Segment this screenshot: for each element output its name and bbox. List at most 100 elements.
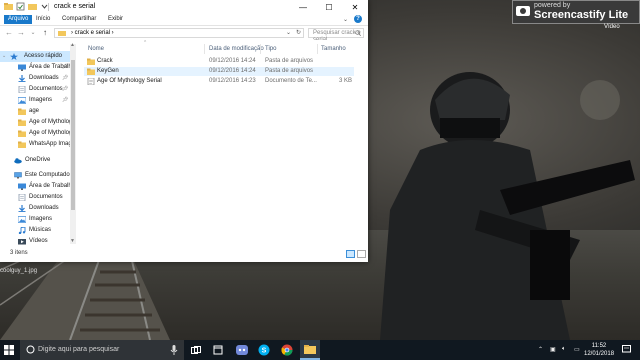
music-icon — [18, 227, 26, 234]
sidebar-item-quick-7[interactable]: WhatsApp Images — [0, 139, 70, 150]
sidebar-item-quick-3[interactable]: Imagens 📌︎ — [0, 95, 70, 106]
sort-up-icon: ⌃ — [143, 40, 148, 46]
recent-locations-icon[interactable]: ⌄ — [28, 28, 38, 38]
back-arrow-icon[interactable]: ← — [4, 28, 14, 38]
pin-icon[interactable]: 📌︎ — [62, 62, 68, 73]
document-icon — [18, 86, 26, 93]
file-explorer-window: crack e serial — ☐ ✕ Arquivo Início Comp… — [0, 0, 368, 262]
table-row[interactable]: Age Of Mythology Serial 09/12/2016 14:23 D… — [84, 77, 354, 86]
address-field[interactable]: › crack e serial › ⌄ ↻ — [54, 28, 304, 38]
tab-inicio[interactable]: Início — [32, 15, 54, 24]
sidebar-item-label: Age of Mythology — [29, 119, 70, 125]
file-date: 09/12/2016 14:24 — [209, 68, 256, 74]
sidebar-item-label: age — [29, 108, 40, 114]
nav-quick-access[interactable]: ⌄ Acesso rápido — [0, 51, 70, 62]
network-icon[interactable]: ▣ — [550, 346, 556, 353]
taskbar-app-file-explorer[interactable] — [300, 340, 320, 360]
new-folder-icon[interactable] — [28, 2, 37, 11]
keyboard-icon[interactable]: ▭ — [574, 346, 580, 353]
sidebar-item-label: Imagens — [29, 216, 53, 222]
nav-scrollbar-thumb[interactable] — [71, 60, 75, 210]
taskbar-app-discord[interactable] — [232, 340, 252, 360]
column-header-date[interactable]: Data de modificação — [209, 44, 264, 54]
show-hidden-icons[interactable]: ⌃ — [538, 346, 543, 353]
nav-this-pc[interactable]: Este Computador — [0, 170, 70, 181]
window-frame-icon — [213, 345, 223, 355]
collapse-arrow-icon[interactable]: ⌄ — [2, 51, 6, 62]
large-icons-view-button[interactable] — [357, 250, 366, 258]
video-icon — [18, 239, 26, 245]
tab-compartilhar[interactable]: Compartilhar — [58, 15, 100, 24]
sidebar-item-quick-2[interactable]: Documentos 📌︎ — [0, 84, 70, 95]
sidebar-item-pc-2[interactable]: Downloads — [0, 203, 70, 214]
refresh-icon[interactable]: ↻ — [296, 29, 301, 36]
minimize-button[interactable]: — — [290, 0, 316, 14]
file-type: Documento de Te... — [265, 78, 317, 84]
sidebar-item-pc-5[interactable]: Vídeos — [0, 236, 70, 247]
address-bar-row: ← → ⌄ ↑ › crack e serial › ⌄ ↻ Pesquisar… — [0, 26, 368, 43]
help-icon[interactable]: ? — [354, 15, 362, 23]
properties-icon[interactable] — [16, 2, 25, 11]
table-row[interactable]: KeyGen 09/12/2016 14:24 Pasta de arquivos — [84, 67, 354, 76]
breadcrumb-current[interactable]: crack e serial — [75, 30, 110, 36]
taskbar-app-chrome[interactable] — [277, 340, 297, 360]
sidebar-item-quick-1[interactable]: Downloads 📌︎ — [0, 73, 70, 84]
up-arrow-icon[interactable]: ↑ — [40, 28, 50, 38]
cortana-icon — [26, 345, 35, 354]
desktop-video-label[interactable]: Vídeo — [604, 24, 620, 30]
close-button[interactable]: ✕ — [342, 0, 368, 14]
tab-exibir[interactable]: Exibir — [104, 15, 127, 24]
search-input[interactable]: Pesquisar crack e serial — [308, 28, 364, 43]
volume-icon[interactable]: 🔈︎ — [562, 346, 566, 353]
table-row[interactable]: Crack 09/12/2016 14:24 Pasta de arquivos — [84, 57, 354, 66]
microphone-icon[interactable] — [170, 344, 178, 356]
scroll-up-icon[interactable]: ▲ — [70, 42, 75, 48]
document-icon — [18, 194, 26, 201]
sidebar-item-pc-1[interactable]: Documentos — [0, 192, 70, 203]
nav-this-pc-label: Este Computador — [25, 172, 70, 178]
address-path[interactable]: › crack e serial › — [71, 30, 114, 37]
sidebar-item-label: Age of Mythology — [29, 130, 70, 136]
column-header-size[interactable]: Tamanho — [321, 44, 346, 54]
brand-name: Screencastify Lite — [534, 9, 629, 21]
download-icon — [18, 75, 26, 82]
pin-icon[interactable]: 📌︎ — [62, 95, 68, 106]
tab-arquivo[interactable]: Arquivo — [4, 15, 33, 24]
taskbar-clock[interactable]: 11:52 12/01/2018 — [584, 342, 614, 358]
sidebar-item-pc-0[interactable]: Área de Trabalho — [0, 181, 70, 192]
scroll-down-icon[interactable]: ▼ — [70, 238, 75, 244]
sidebar-item-pc-3[interactable]: Imagens — [0, 214, 70, 225]
star-icon — [10, 53, 18, 60]
windows-start-icon[interactable] — [4, 345, 14, 355]
maximize-button[interactable]: ☐ — [316, 0, 342, 14]
folder-icon — [4, 3, 13, 10]
sidebar-item-quick-6[interactable]: Age of Mythology — [0, 128, 70, 139]
taskbar-app-frame[interactable] — [208, 340, 228, 360]
pin-icon[interactable]: 📌︎ — [62, 73, 68, 84]
details-view-button[interactable] — [346, 250, 355, 258]
forward-arrow-icon[interactable]: → — [16, 28, 26, 38]
task-view-button[interactable] — [186, 340, 206, 360]
column-header-name[interactable]: Nome — [88, 44, 104, 54]
pin-icon[interactable]: 📌︎ — [62, 84, 68, 95]
nav-onedrive[interactable]: OneDrive — [0, 155, 70, 166]
folder-icon — [18, 119, 26, 126]
skype-icon: S — [258, 344, 270, 356]
sidebar-item-quick-4[interactable]: age — [0, 106, 70, 117]
sidebar-item-quick-0[interactable]: Área de Trabalho📌︎ — [0, 62, 70, 73]
title-bar[interactable]: crack e serial — ☐ ✕ — [0, 0, 368, 14]
brand-powered-by: powered by — [534, 2, 571, 9]
sidebar-item-pc-4[interactable]: Músicas — [0, 225, 70, 236]
taskbar-app-skype[interactable]: S — [254, 340, 274, 360]
discord-icon — [236, 345, 248, 355]
expand-ribbon-icon[interactable]: ⌄ — [343, 16, 348, 23]
taskbar-search-box[interactable]: Digite aqui para pesquisar — [20, 340, 184, 360]
desktop-file-label[interactable]: coolguy_1.jpg — [0, 268, 37, 274]
ribbon-tabs: Arquivo Início Compartilhar Exibir ⌄ ? — [0, 14, 368, 26]
nav-quick-access-label: Acesso rápido — [24, 53, 63, 59]
column-header-type[interactable]: Tipo — [265, 44, 276, 54]
address-dropdown-icon[interactable]: ⌄ — [286, 29, 291, 36]
screencastify-logo-icon — [516, 6, 530, 16]
notifications-icon[interactable] — [622, 345, 631, 354]
sidebar-item-quick-5[interactable]: Age of Mythology — [0, 117, 70, 128]
